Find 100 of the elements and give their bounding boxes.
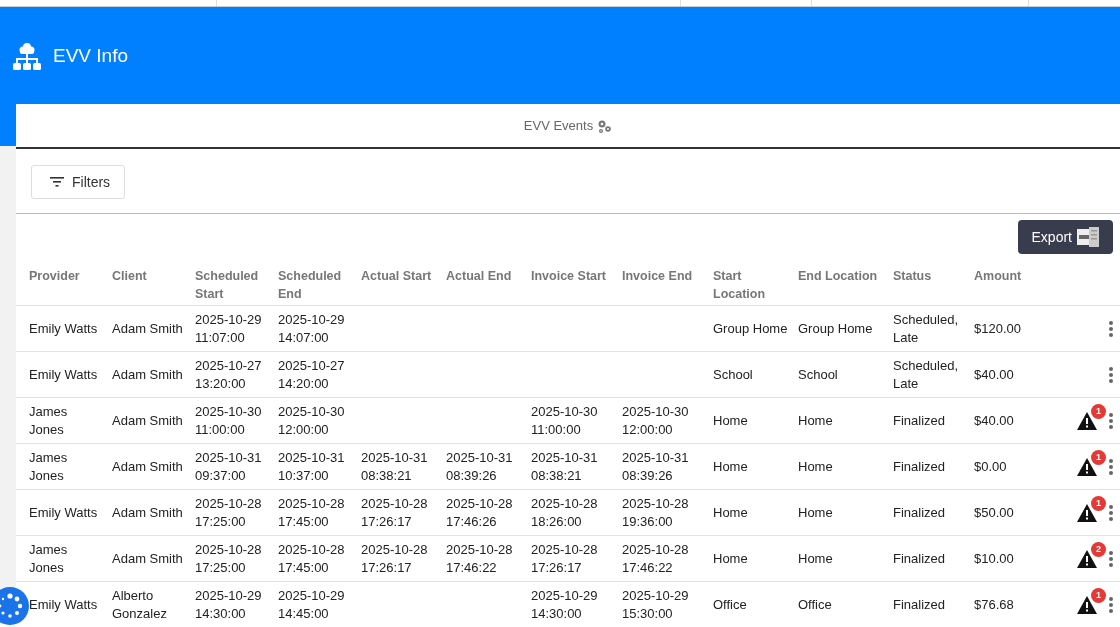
table-cell: 2025-10-31 08:39:26 xyxy=(622,448,689,485)
table-cell: 2025-10-30 12:00:00 xyxy=(278,402,345,439)
column-header[interactable]: Scheduled End xyxy=(278,267,348,303)
column-header[interactable]: Start Location xyxy=(713,267,785,303)
table-cell: James Jones xyxy=(29,402,68,439)
warning-icon[interactable] xyxy=(1077,412,1097,430)
column-header[interactable]: Status xyxy=(893,267,932,285)
count-badge: 2 xyxy=(1091,542,1106,557)
table-cell: 2025-10-29 14:30:00 xyxy=(195,586,262,623)
table-cell: Emily Watts xyxy=(29,595,98,614)
column-header[interactable]: Amount xyxy=(974,267,1022,285)
table-cell: Home xyxy=(713,549,748,568)
table-cell: $0.00 xyxy=(974,457,1007,476)
table-cell: Finalized xyxy=(893,595,946,614)
table-cell: 2025-10-31 08:39:26 xyxy=(446,448,513,485)
table-cell: Adam Smith xyxy=(112,319,183,338)
table-cell: $40.00 xyxy=(974,411,1014,430)
table-cell: Office xyxy=(713,595,747,614)
table-cell: 2025-10-29 14:30:00 xyxy=(531,586,598,623)
table-cell: Finalized xyxy=(893,457,946,476)
table-cell: 2025-10-31 09:37:00 xyxy=(195,448,262,485)
table-cell: 2025-10-30 12:00:00 xyxy=(622,402,689,439)
table-cell: $40.00 xyxy=(974,365,1014,384)
table-cell: $10.00 xyxy=(974,549,1014,568)
table-cell: Adam Smith xyxy=(112,503,183,522)
more-options-icon[interactable] xyxy=(1108,549,1114,568)
table-cell: 2025-10-28 19:36:00 xyxy=(622,494,689,531)
table-cell: 2025-10-27 14:20:00 xyxy=(278,356,345,393)
table-cell: 2025-10-29 14:45:00 xyxy=(278,586,345,623)
table-cell: 2025-10-31 08:38:21 xyxy=(361,448,428,485)
csv-file-icon xyxy=(1077,227,1099,247)
table-cell: $50.00 xyxy=(974,503,1014,522)
export-button[interactable]: Export xyxy=(1017,220,1113,254)
loading-widget-icon[interactable] xyxy=(0,587,29,625)
table-cell: Home xyxy=(713,503,748,522)
table-cell: 2025-10-31 10:37:00 xyxy=(278,448,345,485)
table-cell: Group Home xyxy=(798,319,873,338)
count-badge: 1 xyxy=(1091,588,1106,603)
more-options-icon[interactable] xyxy=(1108,595,1114,614)
table-cell: 2025-10-28 17:45:00 xyxy=(278,540,345,577)
table-cell: School xyxy=(798,365,838,384)
tab[interactable]: EVV Events xyxy=(523,104,613,147)
warning-icon[interactable] xyxy=(1077,596,1097,614)
table-cell: 2025-10-28 17:26:17 xyxy=(361,540,428,577)
table-cell: Adam Smith xyxy=(112,365,183,384)
table-cell: 2025-10-31 08:38:21 xyxy=(531,448,598,485)
table-cell: James Jones xyxy=(29,540,68,577)
count-badge: 1 xyxy=(1091,496,1106,511)
table-cell: 2025-10-29 14:07:00 xyxy=(278,310,345,347)
column-header[interactable]: Actual End xyxy=(446,267,512,285)
column-header[interactable]: Invoice End xyxy=(622,267,693,285)
table-cell: Emily Watts xyxy=(29,365,98,384)
warning-icon[interactable] xyxy=(1077,504,1097,522)
table-cell: Adam Smith xyxy=(112,411,183,430)
table-cell: Finalized xyxy=(893,411,946,430)
network-icon xyxy=(12,40,42,71)
table-cell: Home xyxy=(713,411,748,430)
table-cell: 2025-10-28 17:26:17 xyxy=(361,494,428,531)
table-cell: $120.00 xyxy=(974,319,1021,338)
table-cell: 2025-10-28 17:46:22 xyxy=(446,540,513,577)
table-cell: Office xyxy=(798,595,832,614)
table-cell: Emily Watts xyxy=(29,503,98,522)
column-header[interactable]: Scheduled Start xyxy=(195,267,265,303)
column-header[interactable]: Invoice Start xyxy=(531,267,607,285)
count-badge: 1 xyxy=(1091,450,1106,465)
table-cell: Scheduled, Late xyxy=(893,356,959,393)
table-cell: 2025-10-30 11:00:00 xyxy=(531,402,598,439)
filter-icon xyxy=(50,177,64,187)
table-cell: 2025-10-28 17:25:00 xyxy=(195,540,262,577)
more-options-icon[interactable] xyxy=(1108,319,1114,338)
column-header[interactable]: End Location xyxy=(798,267,878,285)
table-cell: Home xyxy=(798,411,833,430)
table-cell: 2025-10-30 11:00:00 xyxy=(195,402,262,439)
warning-icon[interactable] xyxy=(1077,458,1097,476)
table-cell: 2025-10-29 15:30:00 xyxy=(622,586,689,623)
filters-button[interactable]: Filters xyxy=(31,165,126,199)
column-header[interactable]: Provider xyxy=(29,267,80,285)
table-cell: Home xyxy=(713,457,748,476)
table-cell: School xyxy=(713,365,753,384)
table-cell: 2025-10-29 11:07:00 xyxy=(195,310,262,347)
table-cell: 2025-10-28 17:46:22 xyxy=(622,540,689,577)
more-options-icon[interactable] xyxy=(1108,411,1114,430)
column-header[interactable]: Actual Start xyxy=(361,267,432,285)
table-cell: Adam Smith xyxy=(112,457,183,476)
page-title: EVV Info xyxy=(53,44,128,67)
table-cell: Alberto Gonzalez xyxy=(112,586,167,623)
more-options-icon[interactable] xyxy=(1108,457,1114,476)
more-options-icon[interactable] xyxy=(1108,503,1114,522)
table-cell: Adam Smith xyxy=(112,549,183,568)
table-cell: Group Home xyxy=(713,319,788,338)
more-options-icon[interactable] xyxy=(1108,365,1114,384)
count-badge: 1 xyxy=(1091,404,1106,419)
warning-icon[interactable] xyxy=(1077,550,1097,568)
table-cell: 2025-10-28 17:25:00 xyxy=(195,494,262,531)
column-header[interactable]: Client xyxy=(112,267,147,285)
table-cell: Finalized xyxy=(893,503,946,522)
table-cell: $76.68 xyxy=(974,595,1014,614)
table-cell: Scheduled, Late xyxy=(893,310,959,347)
table-cell: 2025-10-28 18:26:00 xyxy=(531,494,598,531)
table-cell: Home xyxy=(798,503,833,522)
